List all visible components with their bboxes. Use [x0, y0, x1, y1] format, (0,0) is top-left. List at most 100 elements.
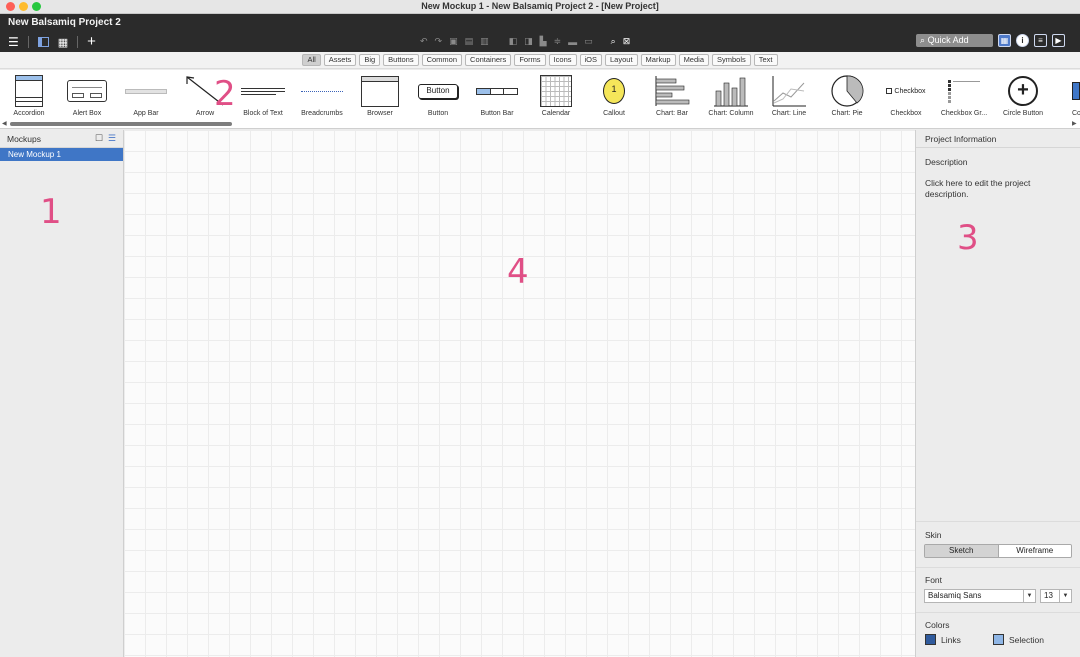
- font-size-select[interactable]: 13 ▼: [1040, 589, 1072, 603]
- component-button-bar[interactable]: Button Bar: [468, 74, 526, 124]
- ui-library-icon[interactable]: ▦: [998, 34, 1011, 47]
- single-view-icon[interactable]: [37, 37, 49, 47]
- info-icon[interactable]: i: [1016, 34, 1029, 47]
- filter-tab-text[interactable]: Text: [753, 54, 778, 66]
- component-callout[interactable]: 1 Callout: [585, 74, 643, 124]
- annotation-number-3: 3: [957, 218, 979, 258]
- add-mockup-icon[interactable]: +: [87, 34, 96, 49]
- divider: [916, 612, 1080, 613]
- component-circle-button[interactable]: + Circle Button: [994, 74, 1052, 124]
- filter-tab-icons[interactable]: Icons: [548, 54, 577, 66]
- ungroup-icon[interactable]: ▤: [465, 36, 474, 47]
- filter-tab-buttons[interactable]: Buttons: [383, 54, 419, 66]
- callout-thumb: 1: [585, 74, 643, 108]
- component-label: Callout: [603, 110, 625, 117]
- distribute-icon[interactable]: ≑: [554, 36, 562, 47]
- group-icon[interactable]: ▣: [449, 36, 458, 47]
- circle-button-thumb: +: [994, 74, 1052, 108]
- component-browser[interactable]: Browser: [351, 74, 409, 124]
- component-chart-column[interactable]: Chart: Column: [702, 74, 760, 124]
- thumbnail-view-icon[interactable]: ☐: [95, 133, 103, 144]
- filter-tab-markup[interactable]: Markup: [640, 54, 676, 66]
- component-button[interactable]: Button Button: [409, 74, 467, 124]
- component-label: Chart: Line: [771, 110, 807, 117]
- selection-color-control[interactable]: Selection: [993, 634, 1044, 645]
- component-color-picker[interactable]: Colo: [1052, 74, 1080, 124]
- links-color-control[interactable]: Links: [925, 634, 961, 645]
- scroll-right-icon[interactable]: ▶: [1072, 120, 1077, 127]
- hamburger-icon[interactable]: ☰: [8, 35, 19, 49]
- component-block-of-text[interactable]: Block of Text: [234, 74, 292, 124]
- filter-tab-common[interactable]: Common: [421, 54, 463, 66]
- component-checkbox-group[interactable]: Checkbox Gr...: [935, 74, 993, 124]
- color-picker-thumb: [1052, 74, 1080, 108]
- component-label: Browser: [367, 110, 393, 117]
- filter-tab-all[interactable]: All: [302, 54, 321, 66]
- component-chart-pie[interactable]: Chart: Pie: [818, 74, 876, 124]
- font-label: Font: [925, 575, 943, 585]
- chart-line-thumb: [760, 74, 818, 108]
- font-family-value: Balsamiq Sans: [928, 591, 982, 600]
- annotation-number-4: 4: [507, 252, 529, 292]
- mockup-list-item[interactable]: New Mockup 1: [0, 148, 123, 161]
- component-alert-box[interactable]: Alert Box: [58, 74, 116, 124]
- notes-icon[interactable]: ≡: [1034, 34, 1047, 47]
- annotation-number-1: 1: [40, 192, 62, 232]
- component-label: Chart: Pie: [831, 110, 863, 117]
- component-label: Colo: [1072, 110, 1080, 117]
- component-checkbox[interactable]: Checkbox Checkbox: [877, 74, 935, 124]
- filter-tab-big[interactable]: Big: [359, 54, 381, 66]
- skin-sketch-button[interactable]: Sketch: [925, 545, 999, 557]
- plus-icon: +: [1008, 76, 1038, 106]
- filter-tab-symbols[interactable]: Symbols: [712, 54, 751, 66]
- checkbox-thumb: Checkbox: [877, 74, 935, 108]
- filter-tab-containers[interactable]: Containers: [465, 54, 512, 66]
- button-thumb: Button: [409, 74, 467, 108]
- filter-tab-media[interactable]: Media: [678, 54, 709, 66]
- list-view-icon[interactable]: ☰: [108, 133, 116, 144]
- grid-view-icon[interactable]: ▦: [58, 36, 68, 49]
- scroll-left-icon[interactable]: ◀: [2, 120, 7, 127]
- bring-front-icon[interactable]: ◧: [509, 36, 518, 47]
- header-left-tools: ☰ ▦ +: [8, 34, 96, 49]
- links-color-swatch[interactable]: [925, 634, 936, 645]
- accordion-thumb: [0, 74, 58, 108]
- send-back-icon[interactable]: ◨: [524, 36, 533, 47]
- filter-tab-ios[interactable]: iOS: [579, 54, 603, 66]
- quick-add-input[interactable]: ⌕ Quick Add: [916, 34, 993, 47]
- filter-tab-layout[interactable]: Layout: [605, 54, 638, 66]
- skin-wireframe-button[interactable]: Wireframe: [998, 545, 1071, 557]
- mockup-canvas[interactable]: [124, 130, 915, 657]
- align-icon[interactable]: ▙: [540, 36, 547, 47]
- zoom-icon[interactable]: ⌕: [611, 36, 616, 47]
- component-label: App Bar: [133, 110, 159, 117]
- checkbox-thumb-label: Checkbox: [894, 87, 926, 95]
- font-family-select[interactable]: Balsamiq Sans ▼: [924, 589, 1036, 603]
- trash-icon[interactable]: ▥: [480, 36, 489, 47]
- selection-color-swatch[interactable]: [993, 634, 1004, 645]
- component-chart-line[interactable]: Chart: Line: [760, 74, 818, 124]
- breadcrumbs-thumb: [293, 74, 351, 108]
- library-scrollbar[interactable]: [10, 122, 232, 126]
- component-calendar[interactable]: Calendar: [527, 74, 585, 124]
- redo-icon[interactable]: ↷: [435, 36, 443, 47]
- checkbox-group-thumb: [935, 74, 993, 108]
- component-app-bar[interactable]: App Bar: [117, 74, 175, 124]
- component-breadcrumbs[interactable]: Breadcrumbs: [293, 74, 351, 124]
- component-accordion[interactable]: Accordion: [0, 74, 58, 124]
- lock-icon[interactable]: ▬: [568, 37, 577, 47]
- filter-tab-forms[interactable]: Forms: [514, 54, 546, 66]
- presentation-icon[interactable]: ▶: [1052, 34, 1065, 47]
- component-label: Calendar: [541, 110, 571, 117]
- button-bar-thumb: [468, 74, 526, 108]
- description-text[interactable]: Click here to edit the project descripti…: [925, 178, 1075, 200]
- header-right-tools: ▦ i ≡ ▶: [998, 34, 1065, 47]
- separator: [77, 36, 79, 48]
- component-chart-bar[interactable]: Chart: Bar: [643, 74, 701, 124]
- filter-tab-assets[interactable]: Assets: [323, 54, 357, 66]
- project-name: New Balsamiq Project 2: [8, 17, 121, 28]
- component-label: Button Bar: [480, 110, 514, 117]
- close-search-icon[interactable]: ⊠: [623, 36, 631, 47]
- unlock-icon[interactable]: ▭: [584, 36, 593, 47]
- undo-icon[interactable]: ↶: [420, 36, 428, 47]
